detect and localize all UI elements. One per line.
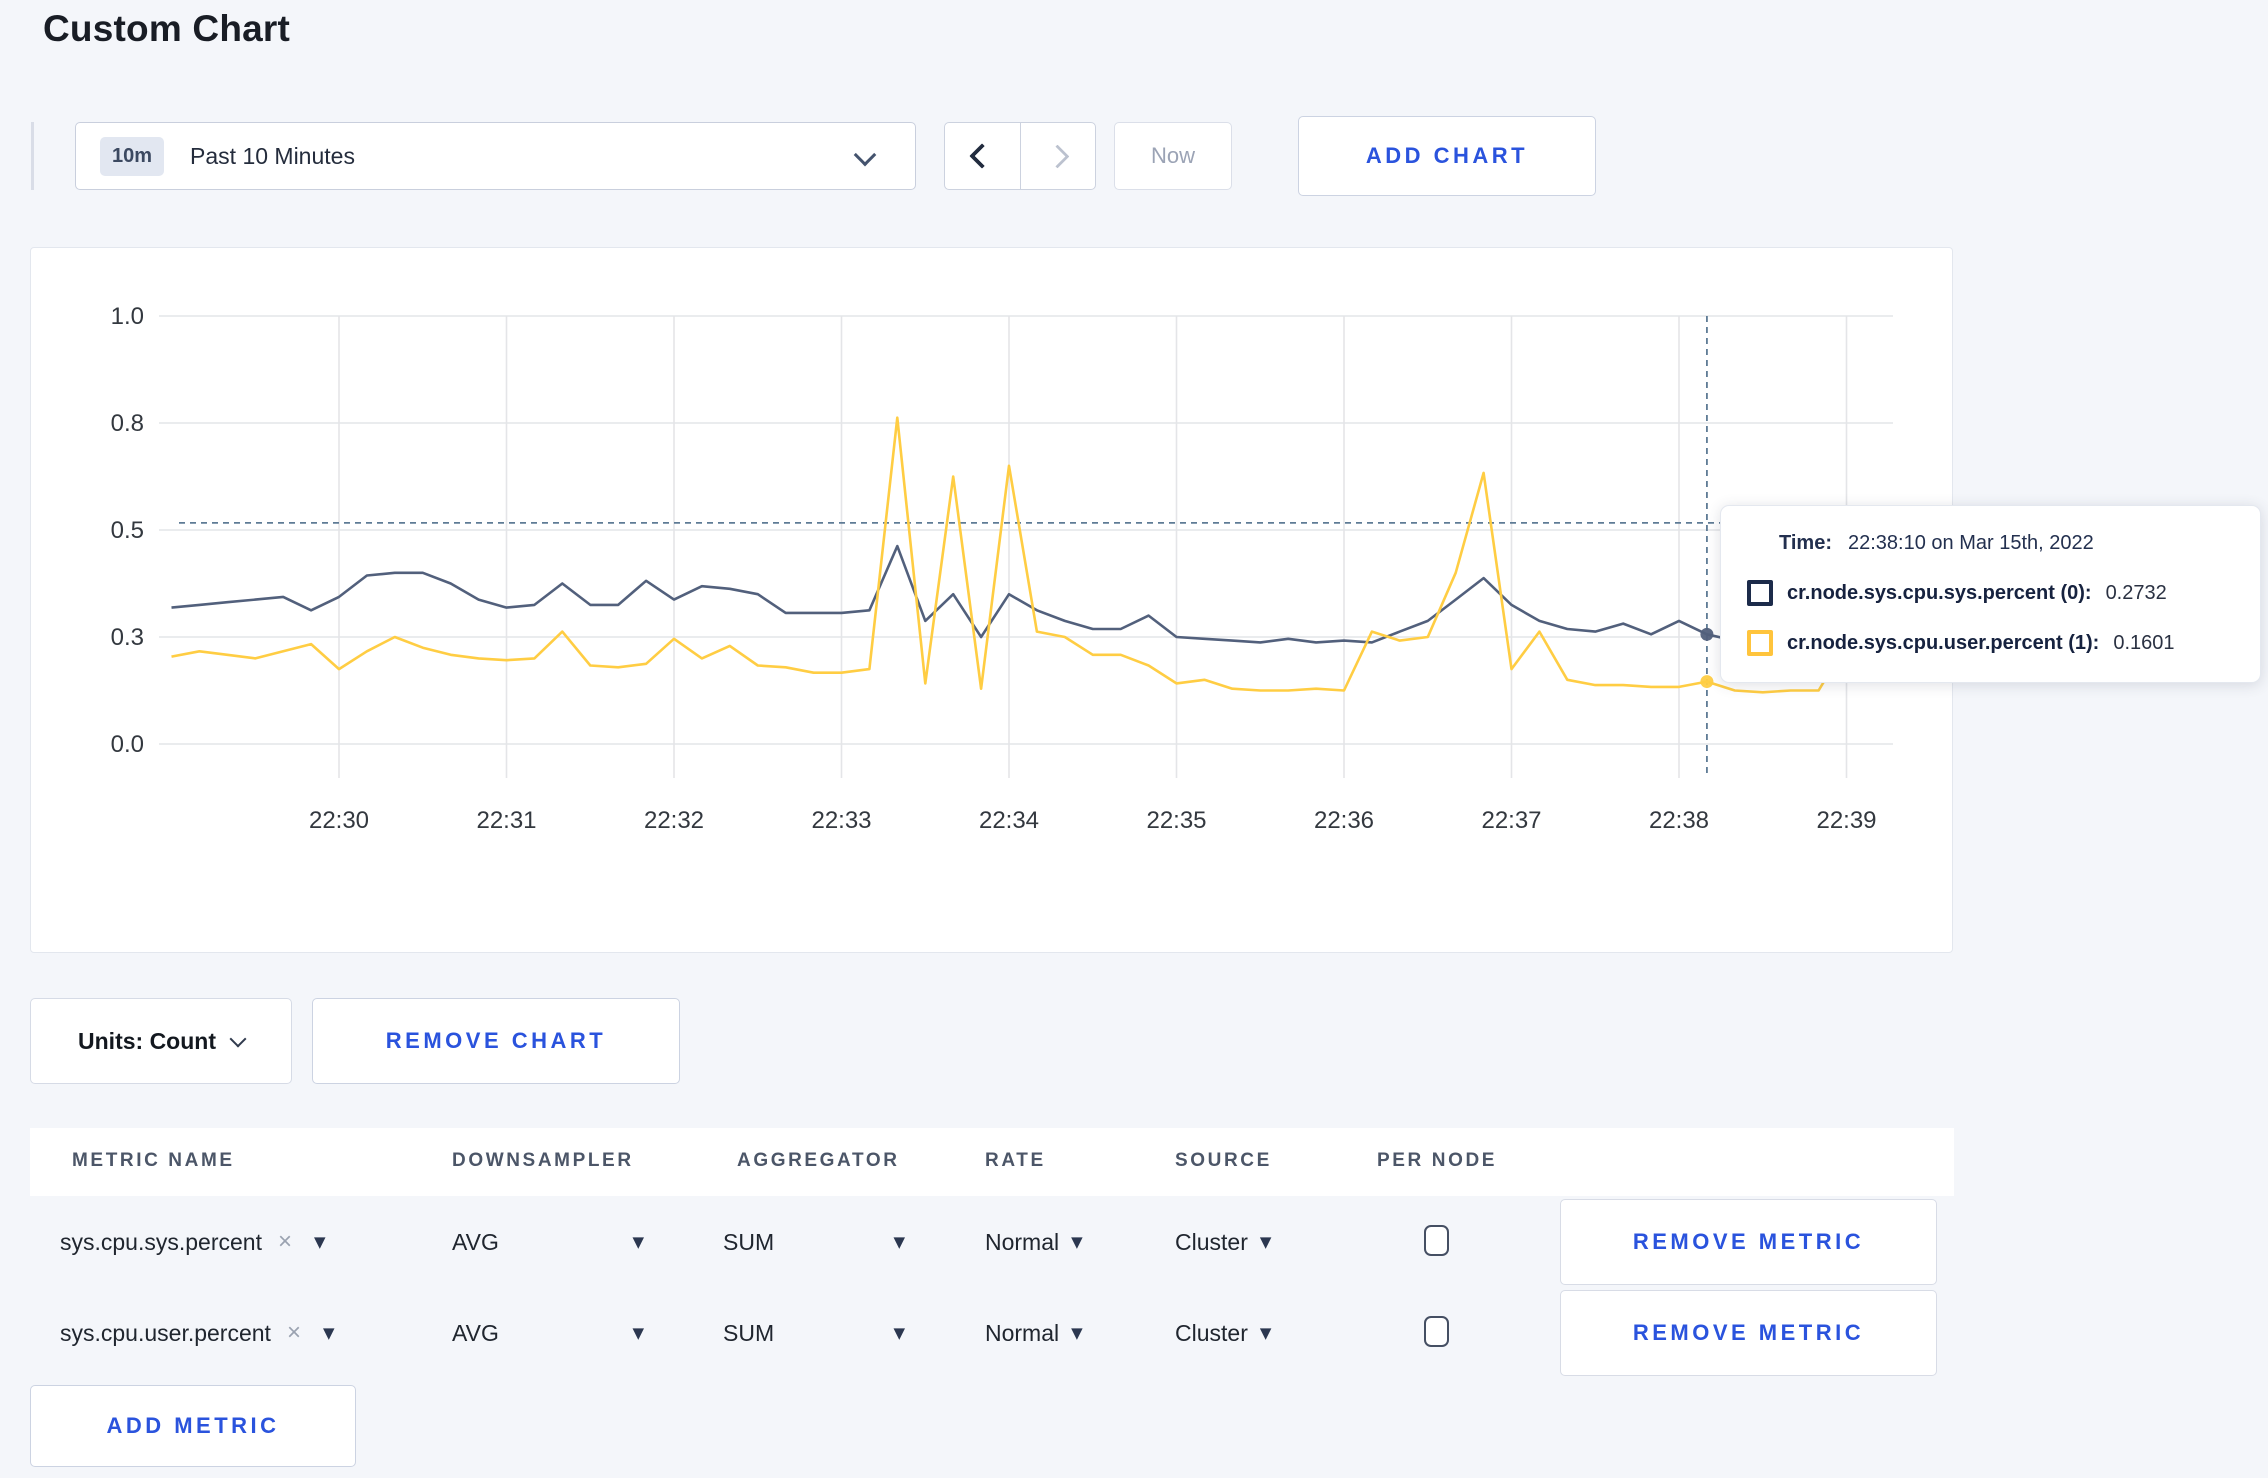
add-chart-button[interactable]: ADD CHART: [1298, 116, 1596, 196]
user-series-swatch-icon: [1747, 630, 1773, 656]
aggregator-value: SUM: [723, 1228, 775, 1255]
page-title: Custom Chart: [43, 8, 291, 49]
now-button[interactable]: Now: [1114, 122, 1232, 190]
rate-value: Normal: [985, 1228, 1060, 1255]
time-window-label: Past 10 Minutes: [190, 142, 355, 169]
dropdown-arrow-icon: ▼: [1071, 1233, 1083, 1251]
rate-select[interactable]: Normal ▼: [985, 1288, 1083, 1378]
chart-tooltip: Time: 22:38:10 on Mar 15th, 2022 cr.node.…: [1720, 505, 2261, 683]
dropdown-arrow-icon: ▼: [1259, 1233, 1272, 1251]
source-select[interactable]: Cluster ▼: [1175, 1288, 1271, 1378]
chevron-down-icon: [853, 143, 877, 167]
dropdown-arrow-icon: ▼: [893, 1324, 905, 1342]
aggregator-value: SUM: [723, 1319, 775, 1346]
x-axis-label: 22:31: [476, 807, 536, 834]
x-axis-label: 22:36: [1314, 807, 1374, 834]
tooltip-series-row: cr.node.sys.cpu.user.percent (1): 0.1601: [1747, 630, 2175, 656]
downsampler-select[interactable]: AVG ▼: [452, 1197, 644, 1287]
downsampler-value: AVG: [452, 1319, 499, 1346]
dropdown-arrow-icon: ▼: [322, 1324, 335, 1342]
divider: [31, 122, 34, 190]
source-select[interactable]: Cluster ▼: [1175, 1197, 1271, 1287]
aggregator-select[interactable]: SUM ▼: [723, 1288, 905, 1378]
y-axis-label: 0.0: [111, 731, 144, 758]
metrics-table-header: METRIC NAME DOWNSAMPLER AGGREGATOR RATE …: [30, 1128, 1954, 1196]
source-value: Cluster: [1175, 1228, 1248, 1255]
rate-select[interactable]: Normal ▼: [985, 1197, 1083, 1287]
x-axis-label: 22:35: [1146, 807, 1206, 834]
dropdown-arrow-icon: ▼: [313, 1233, 326, 1251]
y-axis-label: 0.8: [111, 410, 144, 437]
col-per-node: PER NODE: [1377, 1150, 1498, 1171]
custom-chart-page: Custom Chart 10m Past 10 Minutes Now ADD…: [0, 0, 2268, 1478]
col-rate: RATE: [985, 1150, 1046, 1171]
x-axis-label: 22:33: [811, 807, 871, 834]
remove-chart-button[interactable]: REMOVE CHART: [312, 998, 680, 1084]
time-window-badge: 10m: [100, 136, 165, 176]
metric-name-value: sys.cpu.user.percent: [60, 1319, 271, 1346]
dropdown-arrow-icon: ▼: [632, 1233, 644, 1251]
x-axis-label: 22:37: [1481, 807, 1541, 834]
units-select-label: Units: Count: [78, 1027, 216, 1054]
tooltip-series-value: 0.2732: [2105, 581, 2167, 604]
units-select[interactable]: Units: Count: [30, 998, 292, 1084]
prev-time-button[interactable]: [945, 123, 1021, 189]
downsampler-value: AVG: [452, 1228, 499, 1255]
metric-name-select[interactable]: sys.cpu.user.percent × ▼: [60, 1288, 335, 1378]
col-downsampler: DOWNSAMPLER: [452, 1150, 634, 1171]
clear-metric-icon[interactable]: ×: [287, 1319, 301, 1347]
metric-name-select[interactable]: sys.cpu.sys.percent × ▼: [60, 1197, 326, 1287]
col-source: SOURCE: [1175, 1150, 1272, 1171]
chevron-left-icon: [969, 143, 995, 169]
col-metric-name: METRIC NAME: [72, 1150, 235, 1171]
remove-metric-button[interactable]: REMOVE METRIC: [1560, 1290, 1937, 1376]
tooltip-time-value: 22:38:10 on Mar 15th, 2022: [1847, 532, 2094, 554]
dropdown-arrow-icon: ▼: [1071, 1324, 1083, 1342]
x-axis-label: 22:32: [644, 807, 704, 834]
aggregator-select[interactable]: SUM ▼: [723, 1197, 905, 1287]
tooltip-series-label: cr.node.sys.cpu.sys.percent (0):: [1787, 581, 2092, 604]
metric-name-value: sys.cpu.sys.percent: [60, 1228, 262, 1255]
crosshair-point-0: [1700, 627, 1714, 641]
chart-card: 1.0 0.8 0.5 0.3 0.0 22:30 22:31 22:32 22:33 22:34…: [30, 247, 1953, 953]
clear-metric-icon[interactable]: ×: [278, 1228, 292, 1256]
chevron-right-icon: [1045, 143, 1070, 169]
tooltip-series-row: cr.node.sys.cpu.sys.percent (0): 0.2732: [1747, 580, 2167, 606]
col-aggregator: AGGREGATOR: [737, 1150, 900, 1171]
remove-metric-button[interactable]: REMOVE METRIC: [1560, 1199, 1937, 1285]
add-metric-button[interactable]: ADD METRIC: [30, 1385, 356, 1467]
x-axis-label: 22:34: [979, 807, 1039, 834]
dropdown-arrow-icon: ▼: [632, 1324, 644, 1342]
metric-row: sys.cpu.sys.percent × ▼ AVG ▼ SUM ▼ Norm…: [30, 1197, 1954, 1287]
x-axis-label: 22:39: [1816, 807, 1876, 834]
y-axis-label: 0.5: [111, 517, 144, 544]
rate-value: Normal: [985, 1319, 1060, 1346]
y-axis-label: 0.3: [111, 624, 144, 651]
tooltip-series-label: cr.node.sys.cpu.user.percent (1):: [1787, 631, 2100, 654]
dropdown-arrow-icon: ▼: [1259, 1324, 1272, 1342]
metric-row: sys.cpu.user.percent × ▼ AVG ▼ SUM ▼ Nor…: [30, 1288, 1954, 1378]
per-node-checkbox[interactable]: [1424, 1225, 1449, 1256]
x-axis-label: 22:30: [309, 807, 369, 834]
sys-series-swatch-icon: [1747, 580, 1773, 606]
next-time-button[interactable]: [1021, 123, 1096, 189]
time-pager: [944, 122, 1096, 190]
tooltip-time-label: Time:: [1779, 532, 1832, 554]
series-line-1: [171, 416, 1904, 694]
y-axis-label: 1.0: [111, 303, 144, 330]
tooltip-time: Time: 22:38:10 on Mar 15th, 2022: [1779, 532, 2094, 555]
source-value: Cluster: [1175, 1319, 1248, 1346]
cpu-usage-chart[interactable]: 1.0 0.8 0.5 0.3 0.0 22:30 22:31 22:32 22:33 22:34…: [31, 248, 1952, 952]
downsampler-select[interactable]: AVG ▼: [452, 1288, 644, 1378]
x-axis-label: 22:38: [1649, 807, 1709, 834]
per-node-checkbox[interactable]: [1424, 1316, 1449, 1347]
crosshair-point-1: [1700, 675, 1714, 689]
dropdown-arrow-icon: ▼: [893, 1233, 905, 1251]
chevron-down-icon: [229, 1030, 247, 1048]
tooltip-series-value: 0.1601: [2113, 631, 2175, 654]
time-window-select[interactable]: 10m Past 10 Minutes: [75, 122, 916, 190]
